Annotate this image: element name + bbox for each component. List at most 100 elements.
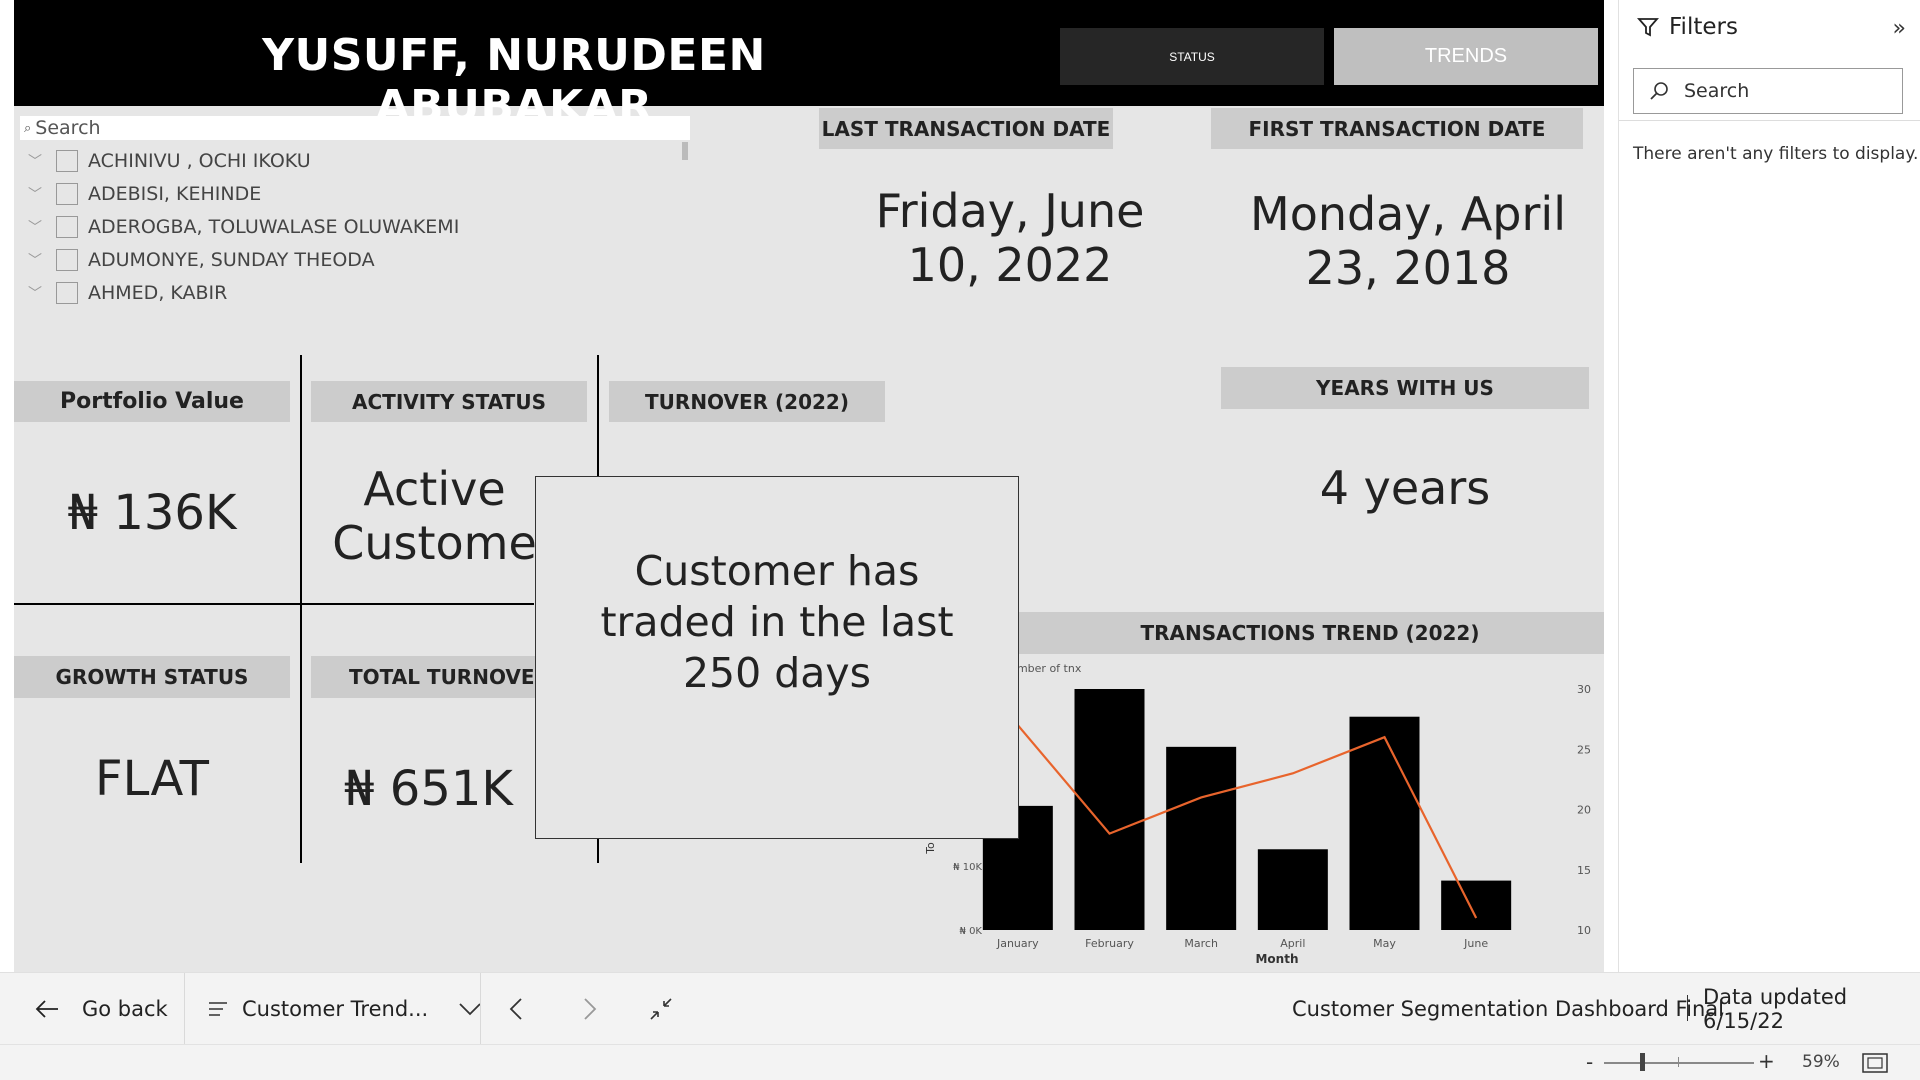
chart-bar [1441,880,1512,930]
left-axis-tick: ₦ 0K [960,926,983,937]
slicer-item-label: ADEBISI, KEHINDE [88,182,262,205]
growth-status-value: FLAT [95,751,209,807]
tooltip-text: Customer has traded in the last 250 days [600,547,954,697]
left-axis-title: To [924,842,937,855]
chevron-down-icon[interactable]: ﹀ [20,250,50,270]
page-selector-label: Customer Trend... [242,997,429,1021]
filters-search-input[interactable]: Search [1633,68,1903,114]
years-with-us-label: YEARS WITH US [1221,367,1589,409]
chevron-down-icon[interactable]: ﹀ [20,217,50,237]
right-axis-title-partial: umber of tnx [1010,662,1082,675]
search-icon: ⌕ [24,120,32,136]
right-axis-tick: 15 [1577,864,1591,877]
report-header: YUSUFF, NURUDEEN ABUBAKAR STATUS TRENDS [14,0,1604,132]
total-turnover-label: TOTAL TURNOVER [311,656,537,698]
zoom-out-button[interactable]: - [1586,1050,1593,1074]
page-selector[interactable]: Customer Trend... [208,973,482,1045]
last-transaction-label: LAST TRANSACTION DATE [819,108,1113,149]
filters-pane: Filters » Search There aren't any filter… [1618,0,1920,972]
collapse-pane-icon[interactable]: » [1893,16,1906,41]
first-transaction-value: Monday, April 23, 2018 [1250,187,1566,295]
divider [1687,995,1688,1021]
right-axis-tick: 30 [1577,683,1591,696]
x-axis-tick: January [996,937,1039,950]
chevron-right-icon [584,998,597,1020]
slicer-item-label: AHMED, KABIR [88,281,228,304]
slicer-item[interactable]: ﹀ AHMED, KABIR [20,276,700,309]
total-turnover-value: ₦ 651K [344,762,513,816]
fit-to-page-icon[interactable] [1862,1053,1888,1073]
portfolio-value: ₦ 136K [67,485,237,541]
collapse-arrows-icon [650,998,672,1020]
data-updated-text: Data updated 6/15/22 [1703,985,1848,1033]
growth-status-label: GROWTH STATUS [14,656,290,698]
zoom-tick [1678,1057,1679,1067]
search-icon [1650,82,1668,100]
turnover-2022-label: TURNOVER (2022) [609,381,885,422]
zoom-in-button[interactable]: + [1758,1049,1775,1073]
slicer-item[interactable]: ﹀ ADEROGBA, TOLUWALASE OLUWAKEMI [20,210,700,243]
chart-bar [1349,716,1420,930]
right-axis-tick: 10 [1577,924,1591,937]
x-axis-title: Month [1255,952,1298,966]
x-axis-tick: February [1085,937,1134,950]
filters-empty-text: There aren't any filters to display. [1633,144,1919,164]
slicer-checkbox[interactable] [56,149,78,172]
divider [14,603,534,605]
zoom-level: 59% [1802,1052,1840,1072]
last-transaction-value: Friday, June 10, 2022 [875,184,1145,292]
next-page-button[interactable] [582,973,598,1045]
first-transaction-label: FIRST TRANSACTION DATE [1211,108,1583,149]
slicer-item[interactable]: ﹀ ACHINIVU , OCHI IKOKU [20,144,700,177]
chart-bar [1074,689,1145,930]
slicer-item-label: ADUMONYE, SUNDAY THEODA [88,248,375,271]
slicer-item[interactable]: ﹀ ADUMONYE, SUNDAY THEODA [20,243,700,276]
chevron-down-icon[interactable]: ﹀ [20,151,50,171]
slicer-checkbox[interactable] [56,248,78,271]
arrow-left-icon [35,1000,58,1018]
slicer-item-label: ADEROGBA, TOLUWALASE OLUWAKEMI [88,215,460,238]
trends-page-button[interactable]: TRENDS [1334,28,1598,85]
filter-icon [1637,18,1659,37]
filters-header: Filters [1637,14,1738,40]
menu-lines-icon [209,1002,227,1016]
activity-status-label: ACTIVITY STATUS [311,381,587,422]
left-axis-tick: ₦ 10K [953,862,982,873]
slicer-checkbox[interactable] [56,281,78,304]
chart-bar [1166,746,1237,930]
slicer-search-placeholder: Search [35,117,101,139]
filters-title-text: Filters [1669,14,1738,40]
status-page-button[interactable]: STATUS [1060,28,1324,85]
x-axis-tick: May [1373,937,1396,950]
chevron-down-icon[interactable]: ﹀ [20,184,50,204]
chevron-down-icon[interactable]: ﹀ [20,283,50,303]
customer-slicer-list: ﹀ ACHINIVU , OCHI IKOKU ﹀ ADEBISI, KEHINDE… [20,144,700,309]
previous-page-button[interactable] [508,973,524,1045]
years-with-us-value: 4 years [1319,461,1491,515]
report-navigation-bar: Go back Customer Trend... Customer Segme… [0,972,1920,1045]
x-axis-tick: March [1184,937,1218,950]
divider [300,355,302,863]
right-axis-tick: 20 [1577,804,1591,817]
portfolio-value-label: Portfolio Value [14,381,290,422]
chevron-down-icon [459,1003,481,1016]
right-axis-tick: 25 [1577,743,1591,756]
go-back-button[interactable]: Go back [34,973,168,1045]
slicer-item[interactable]: ﹀ ADEBISI, KEHINDE [20,177,700,210]
divider [184,973,185,1045]
exit-fullscreen-button[interactable] [648,973,674,1045]
slicer-checkbox[interactable] [56,215,78,238]
tooltip: Customer has traded in the last 250 days [535,476,1019,839]
report-canvas: YUSUFF, NURUDEEN ABUBAKAR STATUS TRENDS … [14,0,1604,972]
chevron-left-icon [509,998,522,1020]
chart-bar [1257,849,1328,930]
report-name: Customer Segmentation Dashboard Final [1292,997,1724,1021]
slicer-item-label: ACHINIVU , OCHI IKOKU [88,149,311,172]
zoom-slider-thumb[interactable] [1640,1053,1645,1071]
chart-title: TRANSACTIONS TREND (2022) [1016,612,1604,654]
zoom-slider-track[interactable] [1604,1062,1754,1064]
divider [480,973,481,1045]
slicer-checkbox[interactable] [56,182,78,205]
slicer-search-input[interactable]: ⌕ Search [20,116,690,140]
divider [1619,120,1920,121]
